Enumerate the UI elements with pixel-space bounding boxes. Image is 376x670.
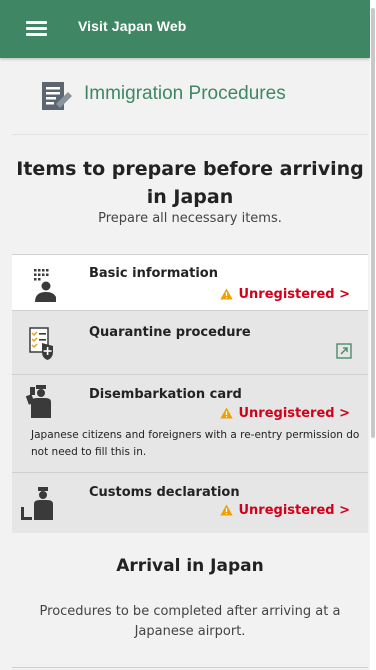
- disembarkation-card-item[interactable]: Disembarkation card Unregistered > Japan…: [12, 374, 368, 473]
- warning-icon: [220, 407, 234, 419]
- status-badge[interactable]: Unregistered >: [220, 287, 350, 302]
- item-label: Quarantine procedure: [89, 325, 251, 340]
- prepare-title: Items to prepare before arriving in Japa…: [16, 158, 364, 208]
- warning-icon: [220, 288, 234, 300]
- external-link-icon[interactable]: [336, 343, 352, 359]
- status-text: Unregistered >: [238, 287, 350, 302]
- customs-declaration-item[interactable]: Customs declaration Unregistered >: [12, 472, 368, 533]
- quarantine-checklist-icon: [29, 327, 53, 360]
- app-header: Visit Japan Web: [0, 0, 370, 58]
- item-label: Disembarkation card: [89, 387, 242, 402]
- section-header: Immigration Procedures: [12, 58, 368, 135]
- page: Visit Japan Web Immigration Procedures I…: [0, 0, 371, 670]
- scrollbar-thumb[interactable]: [371, 8, 375, 438]
- item-label: Customs declaration: [89, 485, 240, 500]
- person-keypad-icon: [34, 269, 56, 302]
- basic-information-item[interactable]: Basic information Unregistered >: [12, 254, 368, 311]
- status-badge[interactable]: Unregistered >: [220, 503, 350, 518]
- status-text: Unregistered >: [238, 406, 350, 421]
- app-title: Visit Japan Web: [78, 18, 187, 34]
- item-label: Basic information: [89, 266, 218, 281]
- warning-icon: [220, 504, 234, 516]
- immigration-document-icon: [42, 82, 72, 110]
- section-title: Immigration Procedures: [84, 83, 286, 104]
- arrival-title: Arrival in Japan: [116, 556, 264, 576]
- customs-officer-icon: [21, 487, 53, 520]
- arrival-description: Procedures to be completed after arrivin…: [39, 604, 341, 639]
- divider: [12, 667, 368, 668]
- status-badge[interactable]: Unregistered >: [220, 406, 350, 421]
- status-text: Unregistered >: [238, 503, 350, 518]
- scrollbar[interactable]: [370, 0, 376, 670]
- prepare-subtitle: Prepare all necessary items.: [98, 211, 282, 226]
- quarantine-procedure-item[interactable]: Quarantine procedure: [12, 310, 368, 375]
- immigration-officer-icon: [25, 385, 51, 418]
- item-note: Japanese citizens and foreigners with a …: [31, 429, 360, 458]
- hamburger-menu-icon[interactable]: [26, 21, 47, 37]
